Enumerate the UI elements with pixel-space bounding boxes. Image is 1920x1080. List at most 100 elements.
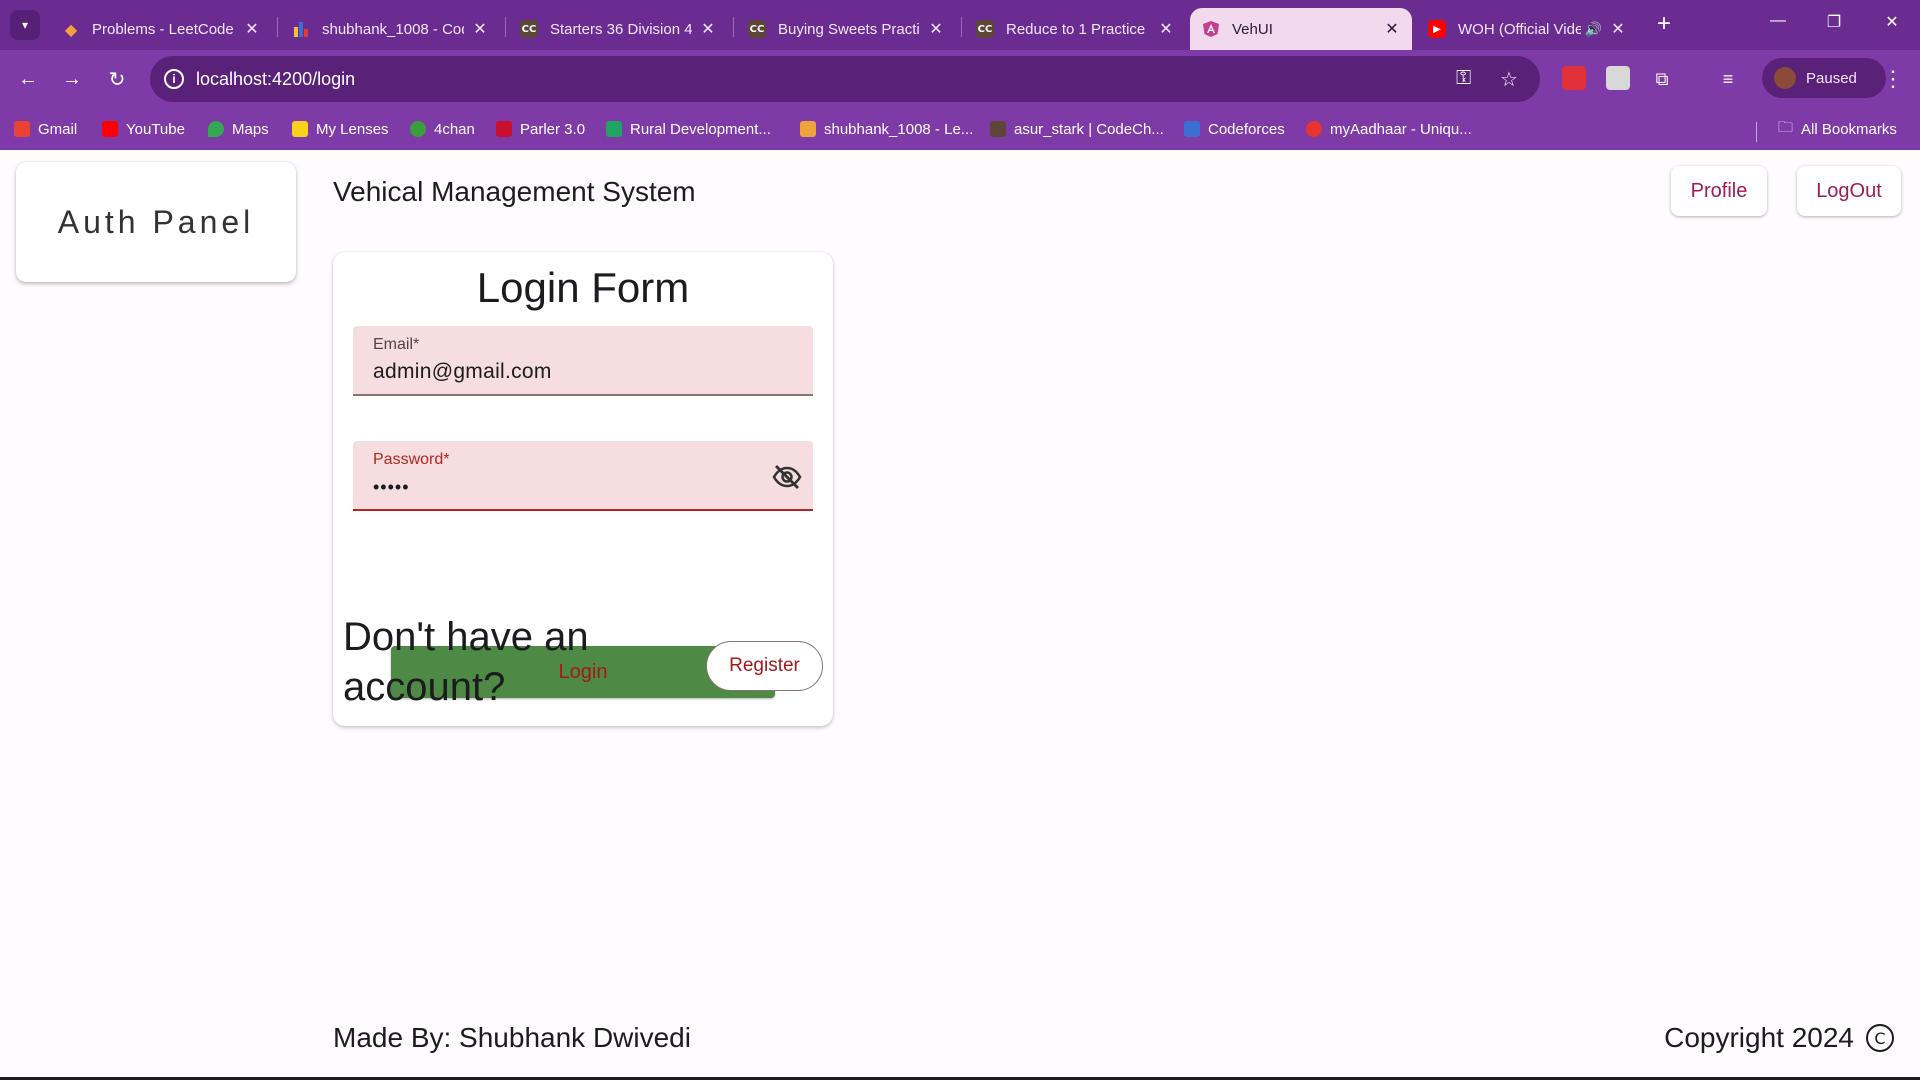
close-icon[interactable]: ✕ [1608, 19, 1628, 39]
folder-icon: 🗀 [1778, 118, 1794, 136]
password-key-icon[interactable]: ⚿ [1456, 67, 1471, 90]
tab-vehui[interactable]: VehUI ✕ [1190, 8, 1412, 50]
bookmark-label: 4chan [434, 120, 475, 138]
puzzle-icon: ⧉ [1655, 68, 1669, 89]
close-icon[interactable]: ✕ [698, 19, 718, 39]
close-icon[interactable]: ✕ [926, 19, 946, 39]
maps-icon [208, 121, 224, 137]
bookmark-myaadhaar[interactable]: myAadhaar - Uniqu... [1306, 117, 1472, 141]
browser-toolbar: ← → ↻ i localhost:4200/login ⚿ ☆ ⧉ ≡ Pau… [0, 50, 1920, 108]
all-bookmarks-button[interactable]: 🗀 All Bookmarks [1778, 117, 1897, 141]
email-field[interactable]: Email* admin@gmail.com [353, 326, 813, 396]
codechef-icon: CC [976, 20, 994, 38]
close-icon: ✕ [1885, 14, 1899, 31]
bookmark-label: All Bookmarks [1801, 120, 1897, 138]
drive-icon [606, 121, 622, 137]
site-info-icon[interactable]: i [164, 69, 184, 89]
tab-title: Reduce to 1 Practice [1006, 20, 1146, 38]
codechef-icon: CC [748, 20, 766, 38]
extension-red-icon[interactable] [1562, 66, 1586, 90]
visibility-off-icon[interactable] [771, 461, 803, 493]
angular-icon [1202, 20, 1220, 38]
youtube-icon: ▶ [1428, 20, 1446, 38]
tab-buying-sweets[interactable]: CC Buying Sweets Practice ✕ [736, 8, 956, 50]
extension-gray-icon[interactable] [1606, 66, 1630, 90]
auth-panel-title: Auth Panel [57, 203, 255, 240]
register-button[interactable]: Register [706, 641, 823, 691]
reload-button[interactable]: ↻ [101, 63, 133, 95]
bookmark-codechef[interactable]: asur_stark | CodeCh... [990, 117, 1164, 141]
bookmark-leetcode[interactable]: shubhank_1008 - Le... [800, 117, 973, 141]
field-underline [353, 509, 813, 511]
restore-icon: ❐ [1826, 14, 1842, 31]
tab-youtube-woh[interactable]: ▶ WOH (Official Video) 🔊 ✕ [1416, 8, 1638, 50]
password-input[interactable]: ••••• [373, 477, 410, 498]
lenses-icon [292, 121, 308, 137]
address-bar[interactable]: i localhost:4200/login ⚿ ☆ [150, 56, 1540, 102]
bookmark-4chan[interactable]: 4chan [410, 117, 475, 141]
bookmarks-bar: Gmail YouTube Maps My Lenses 4chan Parle… [0, 108, 1920, 150]
arrow-left-icon: ← [18, 67, 38, 90]
tab-search-button[interactable]: ▾ [10, 10, 40, 40]
back-button[interactable]: ← [12, 63, 44, 95]
speaker-icon[interactable]: 🔊 [1585, 21, 1602, 38]
bookmark-label: Maps [232, 120, 269, 138]
chevron-down-icon: ▾ [21, 18, 29, 32]
logout-button[interactable]: LogOut [1797, 166, 1901, 216]
bookmark-label: asur_stark | CodeCh... [1014, 120, 1164, 138]
browser-tab-strip: ▾ ◆ Problems - LeetCode ✕ shubhank_1008 … [0, 0, 1920, 50]
4chan-icon [410, 121, 426, 137]
bookmark-codeforces[interactable]: Codeforces [1184, 117, 1285, 141]
tab-leetcode[interactable]: ◆ Problems - LeetCode ✕ [50, 8, 272, 50]
codechef-icon: CC [520, 20, 538, 38]
bookmark-label: Rural Development... [630, 120, 771, 138]
close-icon[interactable]: ✕ [1382, 19, 1402, 39]
footer-made-by: Made By: Shubhank Dwivedi [333, 1022, 691, 1053]
new-tab-button[interactable]: + [1651, 12, 1677, 38]
close-icon[interactable]: ✕ [470, 19, 490, 39]
media-control-button[interactable]: ≡ [1712, 63, 1744, 95]
password-field[interactable]: Password* ••••• [353, 441, 813, 511]
email-input[interactable]: admin@gmail.com [373, 360, 552, 384]
url-text[interactable]: localhost:4200/login [196, 69, 355, 90]
star-icon[interactable]: ☆ [1500, 67, 1518, 92]
close-icon[interactable]: ✕ [1156, 19, 1176, 39]
app-title: Vehical Management System [333, 176, 696, 207]
minimize-button[interactable]: — [1758, 12, 1798, 38]
password-label: Password* [373, 451, 450, 468]
media-queue-icon: ≡ [1722, 68, 1734, 89]
forward-button[interactable]: → [56, 63, 88, 95]
tab-codeforces[interactable]: shubhank_1008 - Codeforces ✕ [280, 8, 500, 50]
minimize-icon: — [1770, 12, 1786, 29]
restore-button[interactable]: ❐ [1814, 12, 1854, 38]
arrow-right-icon: → [62, 67, 82, 90]
reload-icon: ↻ [108, 68, 126, 91]
profile-chip[interactable]: Paused [1762, 58, 1886, 98]
browser-menu-button[interactable]: ⋮ [1882, 66, 1904, 92]
field-underline [353, 394, 813, 396]
close-icon[interactable]: ✕ [242, 19, 262, 39]
bookmark-maps[interactable]: Maps [208, 117, 269, 141]
codechef-icon [990, 121, 1006, 137]
profile-status: Paused [1806, 69, 1857, 87]
avatar [1774, 67, 1796, 89]
bookmark-my-lenses[interactable]: My Lenses [292, 117, 389, 141]
plus-icon: + [1656, 10, 1671, 37]
window-close-button[interactable]: ✕ [1872, 12, 1912, 38]
extensions-button[interactable]: ⧉ [1646, 63, 1678, 95]
bookmark-rural-development[interactable]: Rural Development... [606, 117, 771, 141]
no-account-text: Don't have an account? [343, 615, 589, 709]
profile-button[interactable]: Profile [1671, 166, 1767, 216]
leetcode-icon [800, 121, 816, 137]
bookmark-parler[interactable]: Parler 3.0 [496, 117, 585, 141]
bookmark-label: Codeforces [1208, 120, 1285, 138]
gmail-icon [14, 121, 30, 137]
bookmark-label: Parler 3.0 [520, 120, 586, 138]
tab-starters-36[interactable]: CC Starters 36 Division 4 ✕ [508, 8, 728, 50]
login-form-title: Login Form [476, 264, 690, 311]
tab-reduce-to-1[interactable]: CC Reduce to 1 Practice ✕ [964, 8, 1186, 50]
copyright-text: Copyright 2024 [1664, 1022, 1854, 1053]
bookmark-label: Gmail [38, 120, 78, 138]
bookmark-gmail[interactable]: Gmail [14, 117, 77, 141]
bookmark-youtube[interactable]: YouTube [102, 117, 185, 141]
